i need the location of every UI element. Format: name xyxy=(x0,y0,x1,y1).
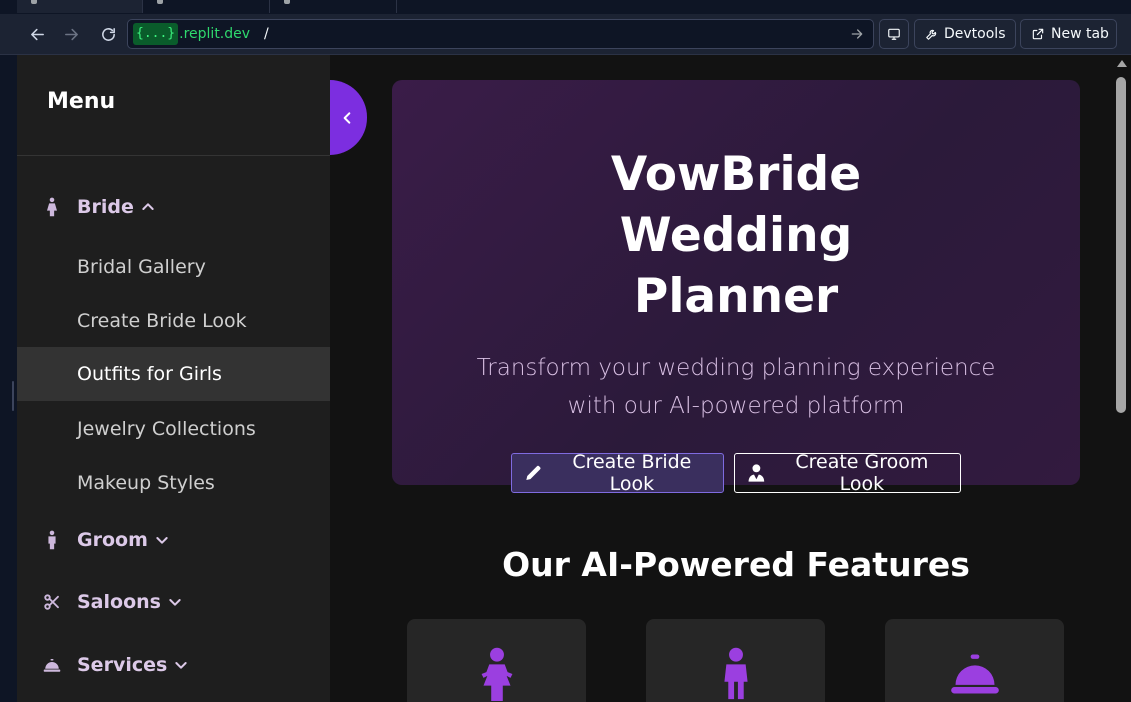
sidebar-item-label: Outfits for Girls xyxy=(77,363,222,385)
chevron-left-icon xyxy=(343,111,350,124)
resize-handle[interactable] xyxy=(12,381,14,411)
sidebar-item-label: Makeup Styles xyxy=(77,472,215,494)
scissors-icon xyxy=(40,590,64,614)
reload-icon xyxy=(101,27,115,41)
sidebar-item-bridal-gallery[interactable]: Bridal Gallery xyxy=(17,240,330,294)
sidebar-item-label: Create Bride Look xyxy=(77,310,247,332)
feature-card-services[interactable] xyxy=(885,619,1064,702)
pencil-icon xyxy=(526,465,541,481)
screen-toggle-button[interactable] xyxy=(879,19,909,49)
browser-tab[interactable] xyxy=(143,0,270,13)
sidebar-item-outfits-for-girls[interactable]: Outfits for Girls xyxy=(17,347,330,401)
chevron-up-icon xyxy=(142,203,154,210)
sidebar-item-label: Jewelry Collections xyxy=(77,418,256,440)
sidebar-title: Menu xyxy=(47,88,116,114)
external-link-icon xyxy=(1032,28,1044,40)
url-host: .replit.dev xyxy=(179,26,251,42)
panel-rail xyxy=(0,55,17,702)
arrow-right-icon xyxy=(64,28,78,40)
forward-button[interactable] xyxy=(59,22,83,46)
new-tab-button[interactable]: New tab xyxy=(1020,19,1117,49)
sidebar-collapse-button[interactable] xyxy=(330,80,367,155)
sidebar-item-create-bride-look[interactable]: Create Bride Look xyxy=(17,294,330,348)
sidebar-section-label: Bride xyxy=(77,196,134,218)
features-title: Our AI-Powered Features xyxy=(502,545,970,584)
sidebar-section-services[interactable]: Services xyxy=(17,640,330,690)
chevron-down-icon xyxy=(156,537,168,544)
create-bride-look-label: Create Bride Look xyxy=(572,451,692,495)
sidebar-section-label: Services xyxy=(77,654,168,676)
user-tie-icon xyxy=(748,464,765,482)
go-arrow-icon[interactable] xyxy=(849,26,865,42)
tab-strip xyxy=(0,0,1131,14)
page-viewport: Menu Bride Bridal Gallery Create Bride L… xyxy=(17,55,1131,702)
sidebar-item-label: Bridal Gallery xyxy=(77,256,206,278)
create-bride-look-button[interactable]: Create Bride Look xyxy=(511,451,724,495)
sidebar-header: Menu xyxy=(17,55,330,156)
tab-favicon-icon xyxy=(284,0,290,4)
sidebar-section-label: Saloons xyxy=(77,591,161,613)
create-groom-look-button[interactable]: Create Groom Look xyxy=(734,451,961,495)
wrench-icon xyxy=(926,29,937,40)
feature-card-groom[interactable] xyxy=(646,619,825,702)
hero-banner: VowBride Wedding Planner Transform your … xyxy=(392,80,1080,495)
new-tab-label: New tab xyxy=(1051,26,1109,42)
male-figure-icon xyxy=(723,647,748,700)
hero-subtitle: Transform your wedding planning experien… xyxy=(476,355,996,419)
reload-button[interactable] xyxy=(96,22,120,46)
concierge-bell-icon xyxy=(40,653,64,677)
sidebar-item-makeup-styles[interactable]: Makeup Styles xyxy=(17,456,330,510)
devtools-label: Devtools xyxy=(944,26,1006,42)
sidebar: Menu Bride Bridal Gallery Create Bride L… xyxy=(17,55,330,702)
male-figure-icon xyxy=(40,528,64,552)
chevron-down-icon xyxy=(175,662,187,669)
tab-favicon-icon xyxy=(31,0,37,4)
sidebar-section-bride[interactable]: Bride xyxy=(17,182,330,232)
scroll-thumb[interactable] xyxy=(1116,77,1126,413)
devtools-button[interactable]: Devtools xyxy=(914,19,1016,49)
page-scrollbar[interactable] xyxy=(1112,55,1131,702)
chevron-down-icon xyxy=(169,599,181,606)
browser-toolbar: {...} .replit.dev / Devtools New tab xyxy=(0,14,1131,55)
concierge-bell-icon xyxy=(950,654,999,694)
female-figure-icon xyxy=(40,195,64,219)
scroll-up-arrow-icon[interactable] xyxy=(1117,60,1127,67)
sidebar-item-jewelry-collections[interactable]: Jewelry Collections xyxy=(17,402,330,456)
tab-favicon-icon xyxy=(157,0,163,4)
monitor-icon xyxy=(888,28,900,40)
female-figure-icon xyxy=(481,647,512,701)
browser-tab-active[interactable] xyxy=(17,0,143,13)
sidebar-section-groom[interactable]: Groom xyxy=(17,515,330,565)
url-path[interactable]: / xyxy=(264,26,269,42)
sidebar-section-saloons[interactable]: Saloons xyxy=(17,577,330,627)
browser-tab[interactable] xyxy=(270,0,397,13)
arrow-left-icon xyxy=(30,28,44,40)
back-button[interactable] xyxy=(25,22,49,46)
feature-card-bride[interactable] xyxy=(407,619,586,702)
create-groom-look-label: Create Groom Look xyxy=(795,451,929,495)
hero-title: VowBride Wedding Planner xyxy=(610,147,862,324)
sidebar-section-label: Groom xyxy=(77,529,148,551)
hero-actions: Create Bride Look Create Groom Look xyxy=(392,451,1080,495)
url-bar[interactable]: {...} .replit.dev / xyxy=(127,19,874,49)
url-host-badge: {...} xyxy=(133,23,179,45)
